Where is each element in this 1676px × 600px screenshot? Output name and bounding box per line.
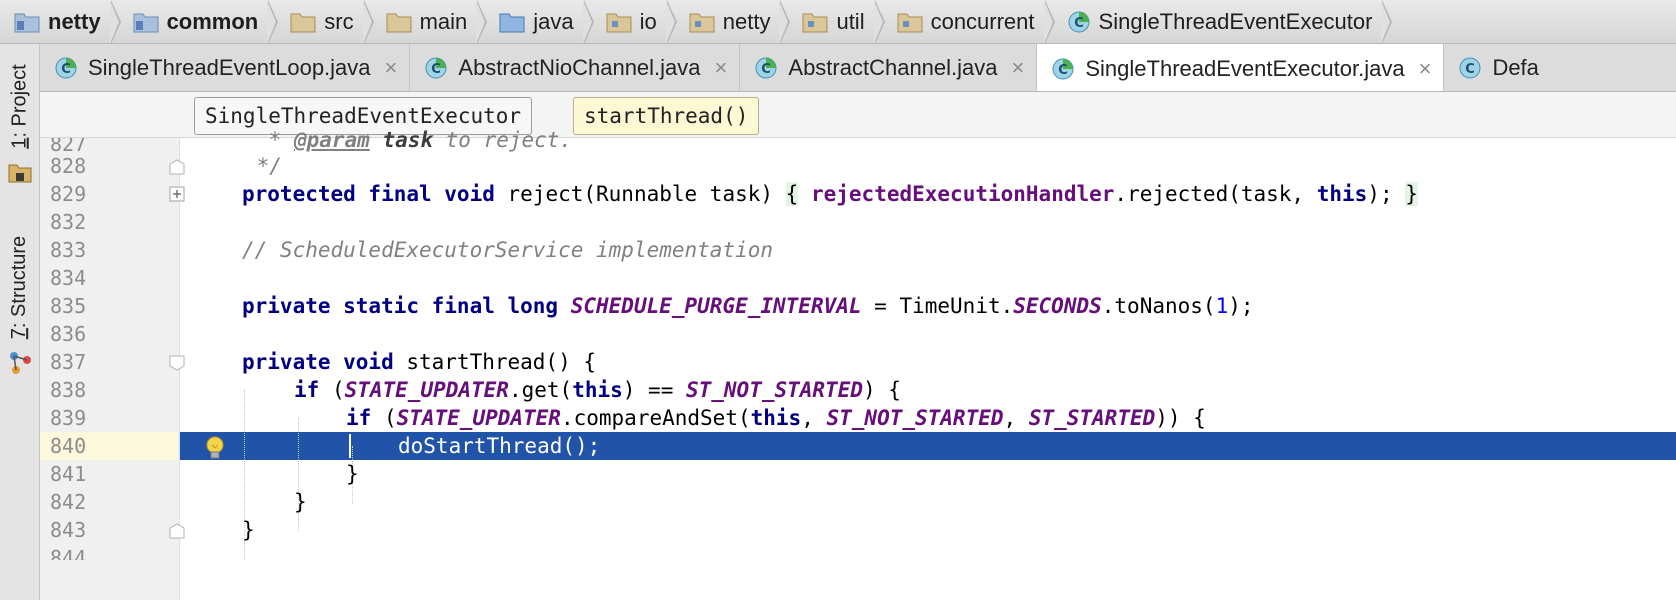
module-folder-icon — [14, 11, 40, 33]
breadcrumb-item-netty-module[interactable]: netty — [0, 0, 121, 43]
tab-label: AbstractChannel.java — [788, 54, 998, 80]
breadcrumb-item-io[interactable]: io — [584, 0, 677, 43]
breadcrumb-item-util[interactable]: util — [780, 0, 885, 43]
fold-end-icon[interactable] — [168, 158, 186, 176]
breadcrumb-item-common-module[interactable]: common — [111, 0, 278, 43]
line-number: 828 — [50, 154, 87, 178]
structure-tool-number: 7 — [8, 327, 31, 339]
svg-text:C: C — [432, 62, 442, 77]
tab-label: SingleThreadEventExecutor.java — [1085, 55, 1405, 81]
line-number: 837 — [50, 350, 87, 374]
code-line-839: if (STATE_UPDATER.compareAndSet(this, ST… — [346, 406, 1206, 430]
line-number: 842 — [50, 490, 87, 514]
code-line-838: if (STATE_UPDATER.get(this) == ST_NOT_ST… — [294, 378, 901, 402]
breadcrumb-item-main[interactable]: main — [364, 0, 487, 43]
line-number: 835 — [50, 294, 87, 318]
breadcrumb-item-src[interactable]: src — [268, 0, 374, 43]
class-icon: C — [1067, 10, 1091, 34]
expand-fold-icon[interactable] — [168, 185, 186, 203]
line-number: 833 — [50, 238, 87, 262]
code-line-841: } — [346, 462, 359, 486]
structure-tool-label: : Structure — [8, 235, 31, 328]
project-tool-number: 1 — [8, 137, 31, 149]
code-line-842: } — [294, 490, 307, 514]
close-icon[interactable]: × — [715, 55, 728, 81]
code-line-837: private void startThread() { — [242, 350, 597, 374]
line-number: 843 — [50, 518, 87, 542]
folder-icon — [290, 11, 316, 33]
package-icon — [897, 11, 923, 33]
svg-text:C: C — [1059, 63, 1069, 78]
package-icon — [606, 11, 632, 33]
caret-line-number: 840 — [40, 432, 178, 460]
tab-label: Defa — [1492, 54, 1539, 80]
line-number: 832 — [50, 210, 87, 234]
tool-window-strip: 1: Project 7: Structure — [0, 44, 40, 600]
svg-text:C: C — [1074, 16, 1084, 31]
tab-label: SingleThreadEventLoop.java — [88, 54, 371, 80]
code-line-840-selected: doStartThread(); — [398, 434, 601, 458]
editor-tab-bar: C SingleThreadEventLoop.java × C Abstrac… — [40, 44, 1676, 92]
breadcrumb-item-java[interactable]: java — [477, 0, 595, 43]
line-number: 836 — [50, 322, 87, 346]
breadcrumb-item-concurrent[interactable]: concurrent — [875, 0, 1055, 43]
breadcrumb-item-netty-package[interactable]: netty — [667, 0, 791, 43]
tab-label: AbstractNioChannel.java — [458, 54, 701, 80]
source-folder-icon — [499, 11, 525, 33]
code-line-835: private static final long SCHEDULE_PURGE… — [242, 294, 1254, 318]
tab-default-truncated[interactable]: C Defa — [1444, 44, 1550, 91]
class-icon: C — [1458, 56, 1482, 80]
package-icon — [689, 11, 715, 33]
module-folder-icon — [133, 11, 159, 33]
project-tool-label: : Project — [8, 63, 31, 138]
tab-single-thread-event-executor[interactable]: C SingleThreadEventExecutor.java × — [1037, 44, 1445, 91]
tab-abstract-channel[interactable]: C AbstractChannel.java × — [740, 44, 1038, 91]
line-number: 839 — [50, 406, 87, 430]
tab-single-thread-event-loop[interactable]: C SingleThreadEventLoop.java × — [40, 44, 411, 91]
code-line-828: */ — [244, 154, 282, 178]
folder-icon — [386, 11, 412, 33]
line-number: 838 — [50, 378, 87, 402]
code-line-827: * @param task to reject. — [256, 128, 573, 152]
line-number: 829 — [50, 182, 87, 206]
project-tool-window-button[interactable]: 1: Project — [0, 56, 40, 156]
close-icon[interactable]: × — [1419, 56, 1432, 82]
class-icon: C — [54, 56, 78, 80]
svg-text:C: C — [1466, 62, 1476, 77]
code-line-843: } — [242, 518, 255, 542]
svg-text:C: C — [762, 62, 772, 77]
class-icon: C — [1051, 57, 1075, 81]
collapse-fold-icon[interactable] — [168, 354, 186, 372]
structure-icon — [0, 348, 40, 378]
close-icon[interactable]: × — [385, 55, 398, 81]
project-folder-icon — [0, 158, 40, 188]
class-icon: C — [424, 56, 448, 80]
text-caret — [349, 434, 351, 458]
code-line-833: // ScheduledExecutorService implementati… — [242, 238, 774, 262]
close-icon[interactable]: × — [1012, 55, 1025, 81]
svg-text:C: C — [61, 62, 71, 77]
class-icon: C — [754, 56, 778, 80]
breadcrumb-item-class[interactable]: C SingleThreadEventExecutor — [1045, 0, 1393, 43]
line-number: 841 — [50, 462, 87, 486]
package-icon — [802, 11, 828, 33]
nav-method-button[interactable]: startThread() — [573, 97, 760, 135]
line-number: 834 — [50, 266, 87, 290]
line-number: 844 — [50, 546, 87, 560]
code-line-829: protected final void reject(Runnable tas… — [242, 182, 1418, 206]
breadcrumb: netty common src main java io netty util… — [0, 0, 1676, 44]
structure-tool-window-button[interactable]: 7: Structure — [0, 222, 40, 352]
tab-abstract-nio-channel[interactable]: C AbstractNioChannel.java × — [410, 44, 741, 91]
fold-end-icon[interactable] — [168, 522, 186, 540]
intention-lightbulb-icon[interactable] — [204, 436, 226, 460]
